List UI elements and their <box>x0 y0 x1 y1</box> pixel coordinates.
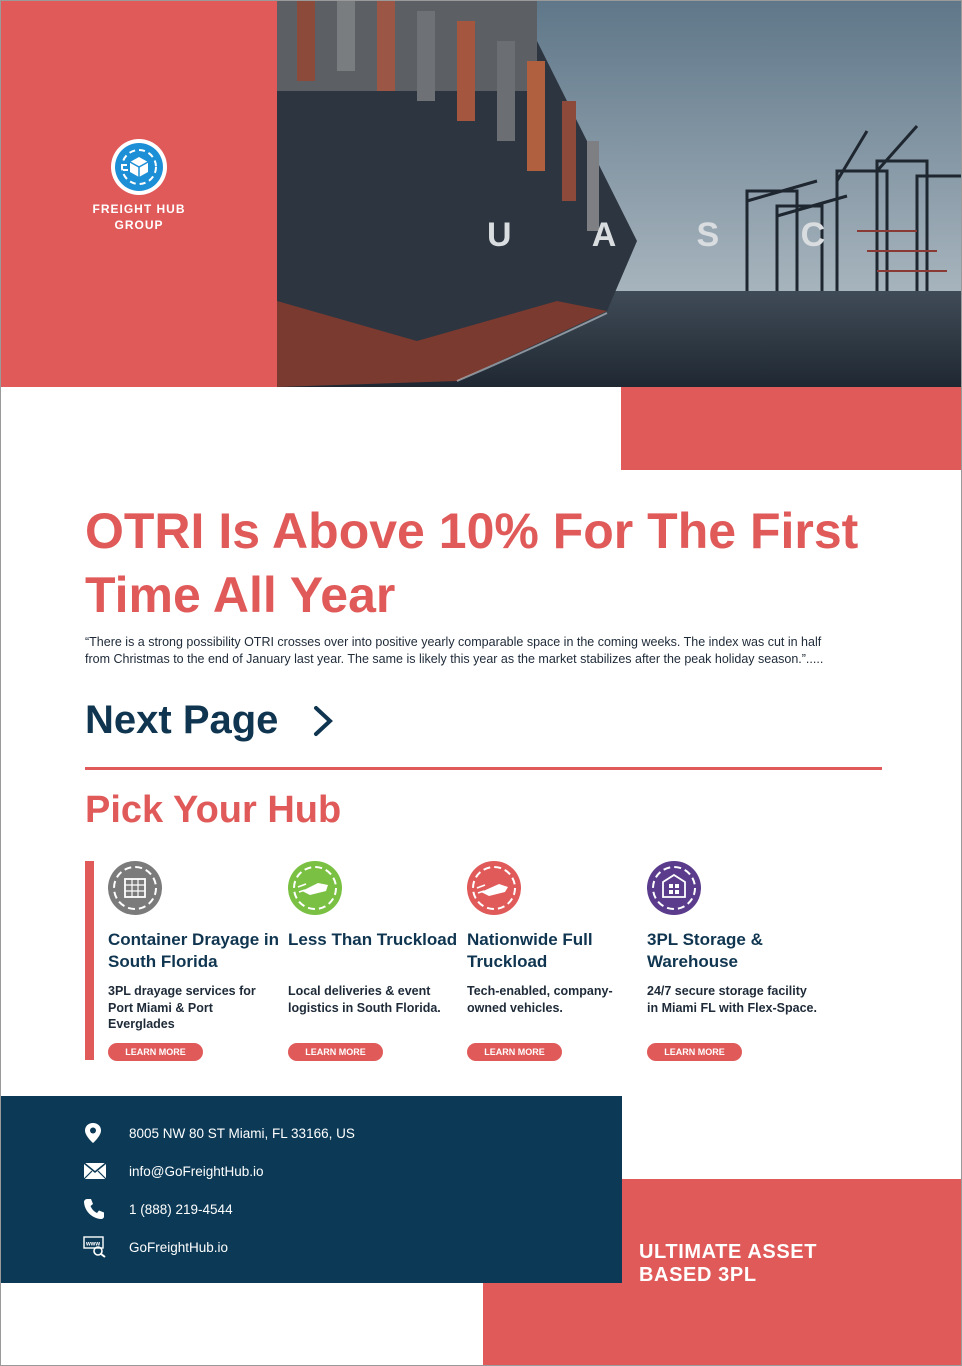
brand-panel: FREIGHT HUB GROUP <box>1 1 277 387</box>
email-link[interactable]: info@GoFreightHub.io <box>129 1164 264 1179</box>
hub-card-storage: 3PL Storage & Warehouse 24/7 secure stor… <box>647 861 819 1061</box>
hub-title: 3PL Storage & Warehouse <box>647 930 763 971</box>
web-search-icon: www <box>83 1235 109 1259</box>
warehouse-icon <box>647 861 701 915</box>
contact-address: 8005 NW 80 ST Miami, FL 33166, US <box>83 1121 355 1145</box>
hub-card-ltl: Less Than Truckload Local deliveries & e… <box>288 861 460 1061</box>
hubs-accent-bar <box>85 861 94 1060</box>
hubs-title: Pick Your Hub <box>85 789 342 831</box>
contact-email[interactable]: info@GoFreightHub.io <box>83 1159 264 1183</box>
hub-description: 24/7 secure storage facility in Miami FL… <box>647 984 817 1015</box>
learn-more-button[interactable]: LEARN MORE <box>288 1043 383 1061</box>
next-page-label: Next Page <box>85 698 279 742</box>
article-quote: “There is a strong possibility OTRI cros… <box>85 635 824 666</box>
learn-more-button[interactable]: LEARN MORE <box>467 1043 562 1061</box>
page-frame: FREIGHT HUB GROUP U A S C OTRI Is Above … <box>0 0 962 1366</box>
phone-number[interactable]: 1 (888) 219-4544 <box>129 1202 233 1217</box>
hub-card-ftl: Nationwide Full Truckload Tech-enabled, … <box>467 861 639 1061</box>
shipping-box-icon <box>115 143 163 191</box>
hub-title: Container Drayage in South Florida <box>108 930 279 971</box>
hub-title: Less Than Truckload <box>288 930 458 949</box>
address-text: 8005 NW 80 ST Miami, FL 33166, US <box>129 1125 355 1141</box>
learn-more-button[interactable]: LEARN MORE <box>647 1043 742 1061</box>
envelope-icon <box>83 1159 109 1183</box>
logo[interactable] <box>111 139 167 195</box>
contact-phone[interactable]: 1 (888) 219-4544 <box>83 1197 233 1221</box>
learn-more-button[interactable]: LEARN MORE <box>108 1043 203 1061</box>
hero-photo: U A S C <box>277 1 961 387</box>
next-page-link[interactable]: Next Page <box>85 695 338 745</box>
hub-title: Nationwide Full Truckload <box>467 930 593 971</box>
location-pin-icon <box>83 1121 109 1145</box>
article-headline: OTRI Is Above 10% For The First Time All… <box>85 503 859 623</box>
brand-name: FREIGHT HUB GROUP <box>92 202 186 232</box>
hub-card-drayage: Container Drayage in South Florida 3PL d… <box>108 861 280 1061</box>
footer-tagline: ULTIMATE ASSET BASED 3PL <box>639 1241 818 1286</box>
footer-accent-bottom <box>483 1283 961 1365</box>
container-icon <box>108 861 162 915</box>
phone-icon <box>83 1197 109 1221</box>
accent-block-top <box>621 387 961 470</box>
website-link[interactable]: GoFreightHub.io <box>129 1240 228 1255</box>
section-divider <box>85 767 882 770</box>
ship-lettering: U A S C <box>487 216 861 254</box>
hub-description: 3PL drayage services for Port Miami & Po… <box>108 984 256 1031</box>
contact-panel: 8005 NW 80 ST Miami, FL 33166, US info@G… <box>1 1096 622 1283</box>
truck-icon <box>467 861 521 915</box>
hub-description: Tech-enabled, company-owned vehicles. <box>467 984 613 1015</box>
truck-icon <box>288 861 342 915</box>
contact-website[interactable]: www GoFreightHub.io <box>83 1235 228 1259</box>
hub-description: Local deliveries & event logistics in So… <box>288 984 441 1015</box>
chevron-right-icon <box>314 706 334 736</box>
